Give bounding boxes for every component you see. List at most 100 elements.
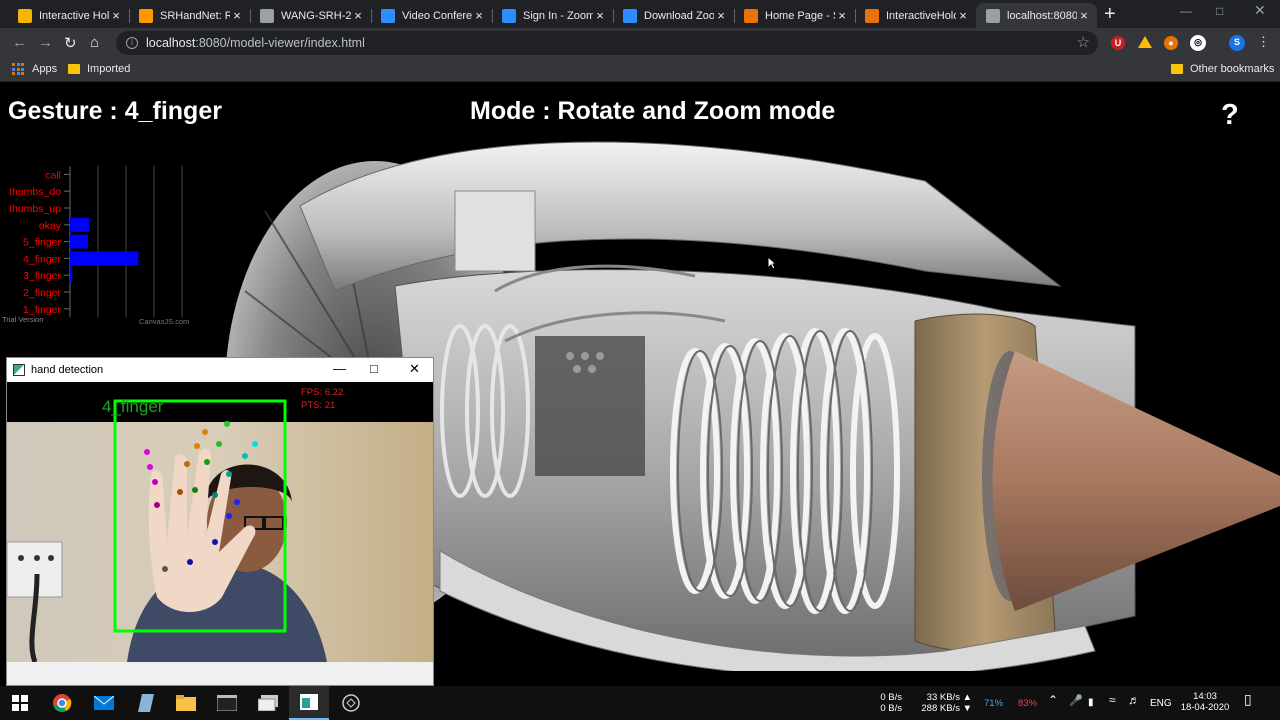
taskbar-chrome[interactable]: [42, 686, 82, 720]
tab-close-icon[interactable]: ×: [956, 8, 970, 23]
clock-time: 14:03: [1193, 691, 1217, 702]
language-indicator[interactable]: ENG: [1150, 698, 1172, 709]
maximize-window-button[interactable]: □: [370, 361, 378, 376]
browser-tab[interactable]: Download Zoo ×: [613, 3, 734, 28]
forward-icon[interactable]: →: [38, 34, 53, 51]
start-button[interactable]: [0, 686, 40, 720]
extension-icon[interactable]: ◎: [1190, 35, 1206, 51]
tab-favicon-icon: [260, 8, 274, 23]
profile-avatar[interactable]: S: [1229, 35, 1245, 51]
taskbar-mail[interactable]: [84, 686, 124, 720]
tab-separator: [371, 9, 372, 23]
tab-favicon-icon: [986, 8, 1000, 23]
ublock-extension-icon[interactable]: U: [1111, 36, 1125, 50]
taskbar-app[interactable]: [331, 686, 371, 720]
mouse-cursor-icon: [767, 256, 777, 270]
home-icon[interactable]: ⌂: [90, 34, 99, 51]
chart-labels: call thumbs_do thumbs_upokay 5_finger 4_fing…: [9, 169, 70, 316]
download-speed-text: 288 KB/s: [921, 703, 960, 714]
windows-logo-icon: [12, 695, 28, 711]
tab-close-icon[interactable]: ×: [1077, 8, 1091, 23]
chrome-icon: [53, 694, 72, 712]
mail-icon: [94, 696, 114, 710]
show-hidden-icons-icon[interactable]: ⌃: [1048, 694, 1058, 706]
tab-favicon-icon: [139, 8, 153, 23]
folder-icon: [176, 695, 196, 711]
tab-close-icon[interactable]: ×: [351, 8, 365, 23]
reload-icon[interactable]: ↻: [64, 34, 77, 52]
apps-grid-icon: [12, 63, 24, 75]
tab-title: Home Page - S: [765, 9, 835, 22]
notifications-icon[interactable]: ▯: [1244, 692, 1252, 706]
menu-kebab-icon[interactable]: ⋮: [1257, 34, 1270, 50]
browser-tab[interactable]: Sign In - Zoom ×: [492, 3, 613, 28]
tab-strip: Interactive Holo×SRHandNet: Re×WANG-SRH-…: [0, 0, 1280, 28]
circle-app-icon: [342, 694, 360, 712]
bookmark-apps[interactable]: Apps: [12, 63, 57, 75]
chart-trial-watermark: Trial Version: [2, 315, 43, 324]
memory-usage: 83%: [1018, 698, 1038, 709]
address-bar[interactable]: i localhost:8080/model-viewer/index.html…: [116, 31, 1098, 55]
browser-tab[interactable]: Video Conferen ×: [371, 3, 492, 28]
drive-extension-icon[interactable]: [1138, 36, 1152, 48]
hand-detection-titlebar[interactable]: hand detection — □ ✕: [7, 358, 433, 382]
battery-icon[interactable]: ▮: [1088, 697, 1094, 708]
hand-detection-window[interactable]: hand detection — □ ✕ 4_finger FPS: 6.22 …: [6, 357, 434, 686]
taskbar-app[interactable]: [126, 686, 166, 720]
bookmark-label: Other bookmarks: [1190, 63, 1275, 75]
webcam-frame: 4_finger FPS: 6.22 PTS: 21: [7, 382, 433, 662]
back-icon[interactable]: ←: [12, 34, 27, 51]
bookmark-other[interactable]: Other bookmarks: [1171, 63, 1274, 75]
chart-category-label: 5_finger: [23, 237, 61, 249]
tab-favicon-icon: [744, 8, 758, 23]
browser-toolbar: ← → ↻ ⌂ i localhost:8080/model-viewer/in…: [0, 28, 1280, 58]
net-up-text: 0 B/s: [880, 692, 902, 703]
chart-bar: [70, 251, 139, 266]
browser-tab[interactable]: WANG-SRH-20 ×: [250, 3, 371, 28]
extension-icon[interactable]: ●: [1164, 36, 1178, 50]
help-button[interactable]: ?: [1221, 99, 1239, 132]
minimize-browser-button[interactable]: —: [1180, 4, 1192, 18]
maximize-browser-button[interactable]: □: [1216, 4, 1223, 18]
site-info-icon[interactable]: i: [126, 37, 138, 49]
bookmark-star-icon[interactable]: ☆: [1077, 33, 1090, 51]
tab-favicon-icon: [18, 8, 32, 23]
close-window-button[interactable]: ✕: [409, 361, 420, 377]
browser-tab[interactable]: localhost:8080/×: [976, 3, 1097, 28]
chart-category-label: 1_finger: [23, 304, 61, 316]
tab-close-icon[interactable]: ×: [230, 8, 244, 23]
browser-tab[interactable]: SRHandNet: Re×: [129, 3, 250, 28]
taskbar-app[interactable]: [248, 686, 288, 720]
taskbar-file-explorer[interactable]: [166, 686, 206, 720]
url-path: :8080/model-viewer/index.html: [195, 36, 365, 50]
chart-bar: [70, 268, 73, 283]
browser-tab[interactable]: Home Page - S ×: [734, 3, 855, 28]
close-browser-button[interactable]: ✕: [1254, 2, 1266, 19]
tab-title: Download Zoo: [644, 9, 714, 22]
tab-separator: [855, 9, 856, 23]
chart-bar: [70, 217, 90, 232]
volume-icon[interactable]: ♬: [1128, 694, 1140, 706]
tab-close-icon[interactable]: ×: [593, 8, 607, 23]
wifi-icon[interactable]: ≈: [1109, 694, 1116, 706]
bookmark-imported[interactable]: Imported: [68, 63, 130, 75]
chart-bar: [70, 234, 88, 249]
tab-close-icon[interactable]: ×: [714, 8, 728, 23]
clock[interactable]: 14:03 18-04-2020: [1180, 691, 1230, 713]
minimize-window-button[interactable]: —: [333, 361, 346, 376]
taskbar-terminal[interactable]: [207, 686, 247, 720]
tab-separator: [492, 9, 493, 23]
taskbar-hand-detection[interactable]: [289, 686, 329, 720]
tab-close-icon[interactable]: ×: [835, 8, 849, 23]
browser-tab[interactable]: Interactive Holo ×: [8, 3, 129, 28]
tab-favicon-icon: [623, 8, 637, 23]
tab-title: Video Conferen: [402, 9, 472, 22]
tab-close-icon[interactable]: ×: [109, 8, 123, 23]
tab-close-icon[interactable]: ×: [472, 8, 486, 23]
address-url[interactable]: localhost:8080/model-viewer/index.html: [146, 36, 365, 50]
microphone-icon[interactable]: 🎤: [1069, 696, 1083, 707]
new-tab-button[interactable]: +: [1104, 4, 1116, 24]
browser-tab[interactable]: InteractiveHolo ×: [855, 3, 976, 28]
hand-detection-app-icon: [300, 694, 318, 710]
chart-category-label: 3_finger: [23, 270, 61, 282]
